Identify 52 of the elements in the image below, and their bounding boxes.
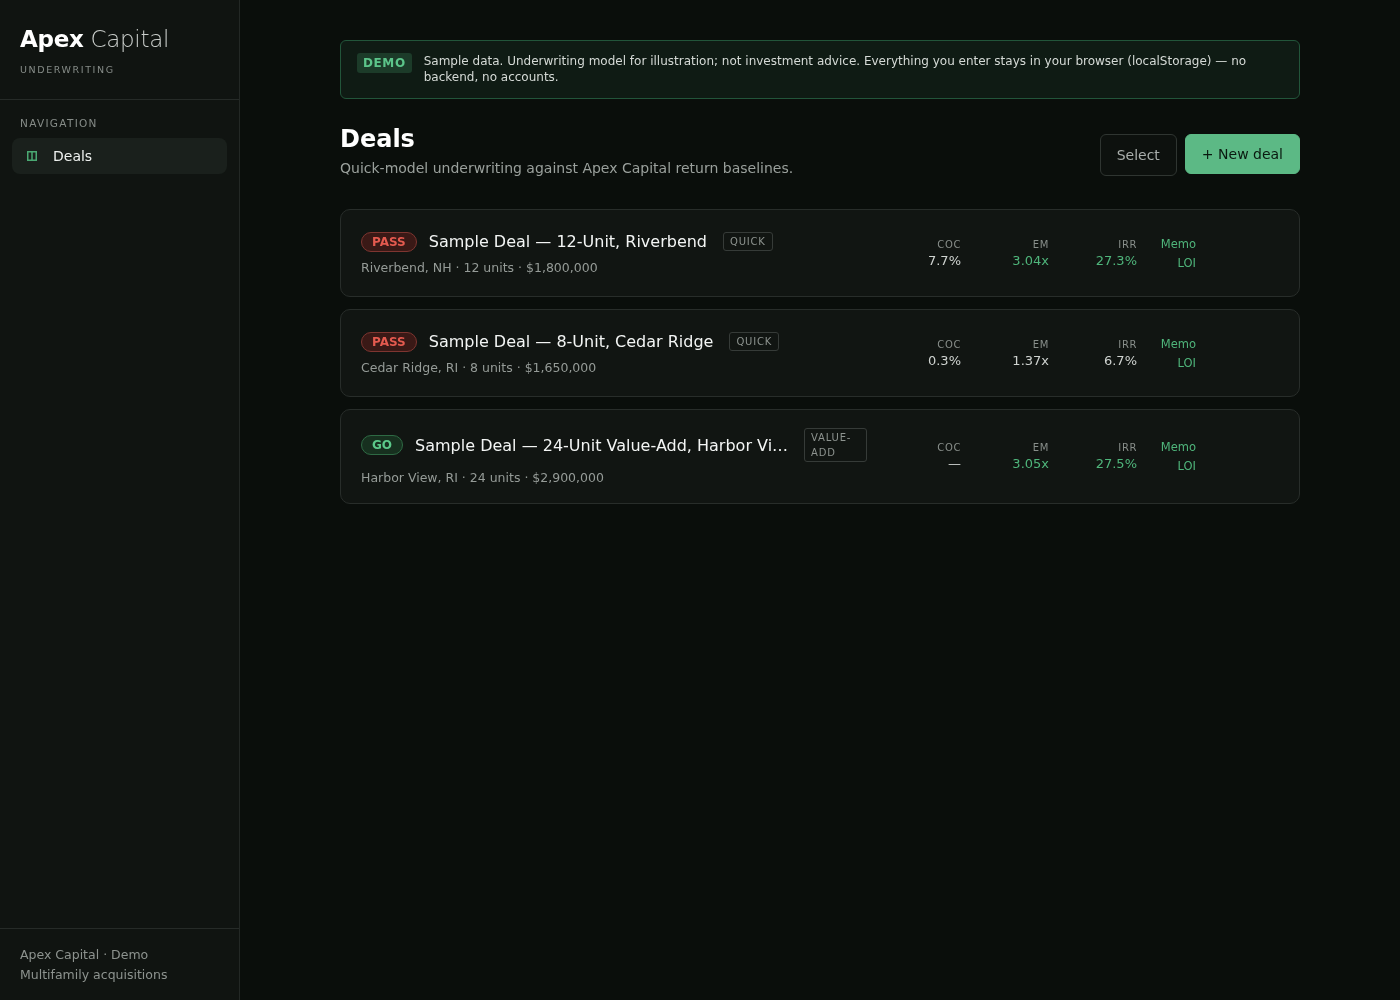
brand-subtitle: UNDERWRITING bbox=[20, 64, 116, 75]
deal-link[interactable]: LOI bbox=[1177, 459, 1196, 473]
deal-tag: QUICK bbox=[729, 332, 780, 351]
metric-value: 27.5% bbox=[1094, 456, 1137, 471]
deal-link[interactable]: LOI bbox=[1177, 255, 1196, 270]
metric-label: COC bbox=[936, 442, 961, 453]
metric-value: 6.7% bbox=[1102, 352, 1137, 368]
deal-title: Sample Deal — 12-Unit, Riverbend bbox=[428, 232, 708, 251]
metric-label: EM bbox=[1031, 338, 1049, 350]
verdict-badge: PASS bbox=[361, 331, 417, 352]
deal-card[interactable]: GO Sample Deal — 24-Unit Value-Add, Harbor Vi… VALUE-ADD Harbor View, RI · 24 units · $2,900,000 COC — EM 3.05x IRR 27.5% Memo LOI bbox=[340, 409, 1300, 504]
deal-details: Riverbend, NH · 12 units · $1,800,000 bbox=[361, 259, 599, 275]
metric-label: COC bbox=[936, 338, 961, 350]
metric-value: 7.7% bbox=[926, 252, 961, 268]
brand-logo-text: Apex Capital bbox=[20, 26, 171, 52]
columns-icon bbox=[27, 151, 37, 161]
page-subtitle: Quick-model underwriting against Apex Capital return baselines. bbox=[340, 160, 794, 176]
metric-value: — bbox=[947, 456, 961, 471]
deal-link[interactable]: Memo bbox=[1160, 236, 1196, 251]
deal-title: Sample Deal — 8-Unit, Cedar Ridge bbox=[428, 332, 714, 351]
metric-value: 27.3% bbox=[1094, 252, 1137, 268]
deal-details: Harbor View, RI · 24 units · $2,900,000 bbox=[361, 470, 605, 485]
metric-value: 3.05x bbox=[1011, 456, 1049, 471]
deal-link[interactable]: Memo bbox=[1160, 440, 1196, 454]
deal-tag: VALUE-ADD bbox=[804, 428, 867, 462]
verdict-badge: GO bbox=[361, 435, 404, 455]
notice-text: Sample data. Underwriting model for illustration; not investment advice. Everything you enter stays in your browser (localStorage) — no backend, no accounts. bbox=[423, 53, 1248, 85]
metric-label: IRR bbox=[1117, 442, 1137, 453]
metric-value: 0.3% bbox=[926, 352, 961, 368]
footer-text: Apex Capital · Demo bbox=[20, 946, 150, 964]
demo-badge: DEMO bbox=[357, 53, 412, 73]
verdict-badge: PASS bbox=[361, 231, 417, 252]
metric-label: IRR bbox=[1117, 338, 1137, 350]
deal-title: Sample Deal — 24-Unit Value-Add, Harbor Vi… bbox=[415, 435, 789, 455]
deal-card[interactable]: PASS Sample Deal — 12-Unit, Riverbend QUICK Riverbend, NH · 12 units · $1,800,000 COC 7.7% EM 3.04x IRR 27.3% Memo LOI bbox=[340, 209, 1300, 297]
metric-label: IRR bbox=[1117, 238, 1137, 250]
metric-value: 3.04x bbox=[1011, 252, 1049, 268]
nav-heading: NAVIGATION bbox=[19, 117, 99, 129]
new-deal-button[interactable]: + New deal bbox=[1184, 133, 1300, 174]
metric-label: EM bbox=[1031, 442, 1049, 453]
metric-value: 1.37x bbox=[1011, 352, 1049, 368]
footer-text: Multifamily acquisitions bbox=[20, 966, 169, 984]
page-title: Deals bbox=[340, 125, 416, 153]
deal-card[interactable]: PASS Sample Deal — 8-Unit, Cedar Ridge QUICK Cedar Ridge, RI · 8 units · $1,650,000 COC 0.3% EM 1.37x IRR 6.7% Memo LOI bbox=[340, 309, 1300, 397]
metric-label: COC bbox=[936, 238, 961, 250]
select-button[interactable]: Select bbox=[1099, 133, 1177, 176]
deal-details: Cedar Ridge, RI · 8 units · $1,650,000 bbox=[361, 359, 598, 375]
deal-tag: QUICK bbox=[723, 232, 773, 251]
metric-label: EM bbox=[1031, 238, 1049, 250]
deal-link[interactable]: LOI bbox=[1177, 355, 1196, 370]
deal-link[interactable]: Memo bbox=[1160, 336, 1196, 351]
nav-item[interactable]: Deals bbox=[12, 138, 227, 174]
